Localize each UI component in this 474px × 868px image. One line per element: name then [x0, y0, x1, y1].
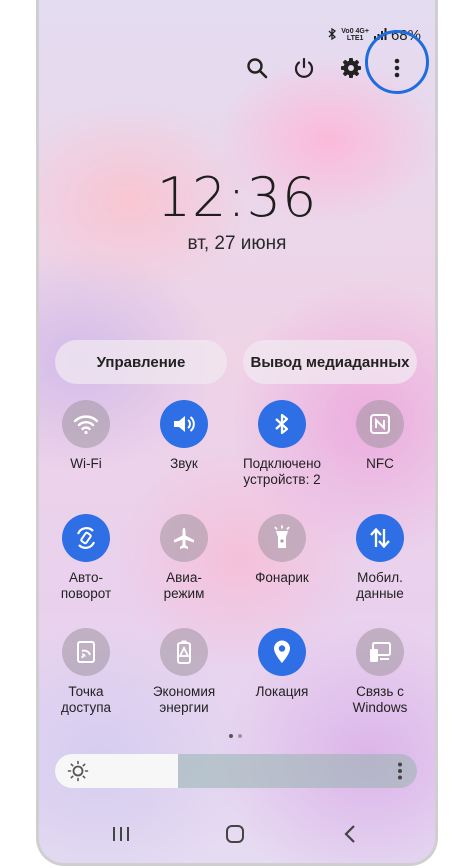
clock-time: 12:36 — [156, 166, 318, 229]
hotspot-icon — [62, 628, 110, 676]
tile-nfc[interactable]: NFC — [320, 400, 435, 472]
airplane-icon — [160, 514, 208, 562]
tile-label: Мобил. данные — [356, 570, 404, 601]
network-indicator: Vo0 4G+ LTE1 — [341, 28, 369, 42]
tile-label: Связь с Windows — [352, 684, 408, 715]
flashlight-icon — [258, 514, 306, 562]
tile-label: NFC — [366, 456, 394, 471]
page-dot — [238, 734, 242, 738]
link-to-windows-icon — [356, 628, 404, 676]
page-indicator — [229, 734, 242, 738]
bluetooth-icon — [258, 400, 306, 448]
more-menu-highlight-ring — [365, 30, 429, 94]
phone-screen: Vo0 4G+ LTE1 68% 12:36 вт, 27 июня Управ… — [36, 0, 438, 866]
sun-icon — [67, 760, 89, 787]
clock-date: вт, 27 июня — [187, 233, 287, 254]
home-icon[interactable] — [220, 819, 250, 849]
tile-mobile-data[interactable]: Мобил. данные — [320, 514, 435, 602]
nfc-icon — [356, 400, 404, 448]
location-icon — [258, 628, 306, 676]
recent-apps-icon[interactable] — [106, 819, 136, 849]
media-output-button[interactable]: Вывод медиаданных — [243, 340, 417, 384]
bluetooth-status-icon — [328, 27, 337, 43]
page-dot-active — [229, 734, 233, 738]
network-type: Vo0 4G+ — [341, 28, 369, 35]
mobile-data-icon — [356, 514, 404, 562]
brightness-more-icon[interactable] — [397, 761, 403, 786]
power-saving-icon — [160, 628, 208, 676]
brightness-slider[interactable] — [55, 754, 417, 788]
device-control-button[interactable]: Управление — [55, 340, 227, 384]
search-icon[interactable] — [237, 48, 277, 88]
back-icon[interactable] — [335, 819, 365, 849]
wifi-icon — [62, 400, 110, 448]
auto-rotate-icon — [62, 514, 110, 562]
tile-link-to-windows[interactable]: Связь с Windows — [320, 628, 435, 716]
sound-icon — [160, 400, 208, 448]
network-sim: LTE1 — [346, 35, 364, 42]
power-icon[interactable] — [284, 48, 324, 88]
